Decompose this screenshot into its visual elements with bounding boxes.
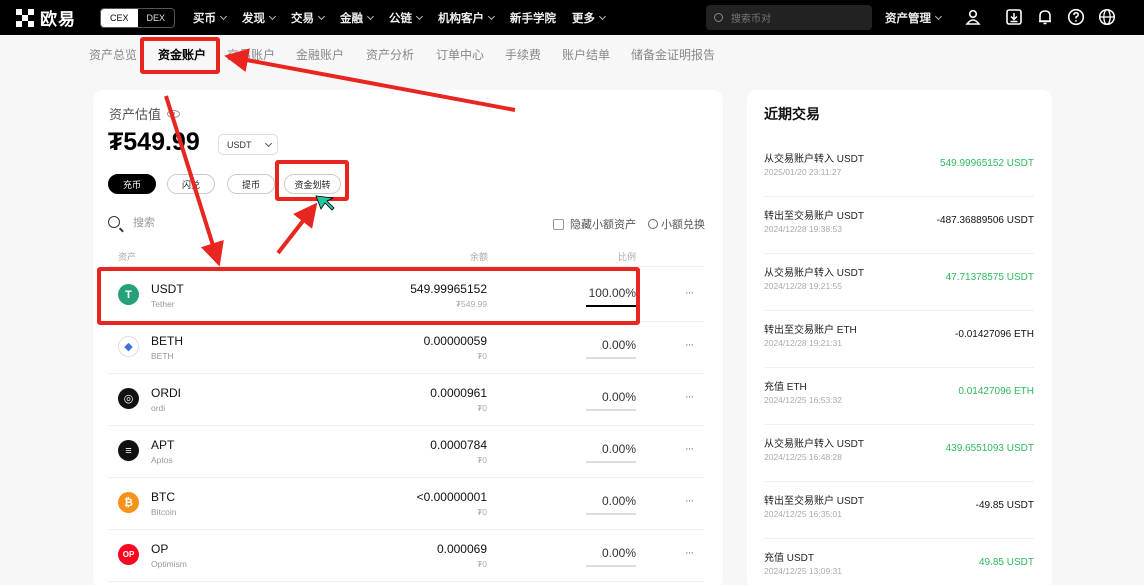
- cursor-icon: [315, 195, 335, 211]
- arrow-to-usdt-row: [164, 95, 224, 267]
- annotation-arrows: [164, 48, 516, 267]
- arrow-to-funding-tab: [224, 48, 516, 112]
- arrow-to-transfer-button: [276, 202, 318, 255]
